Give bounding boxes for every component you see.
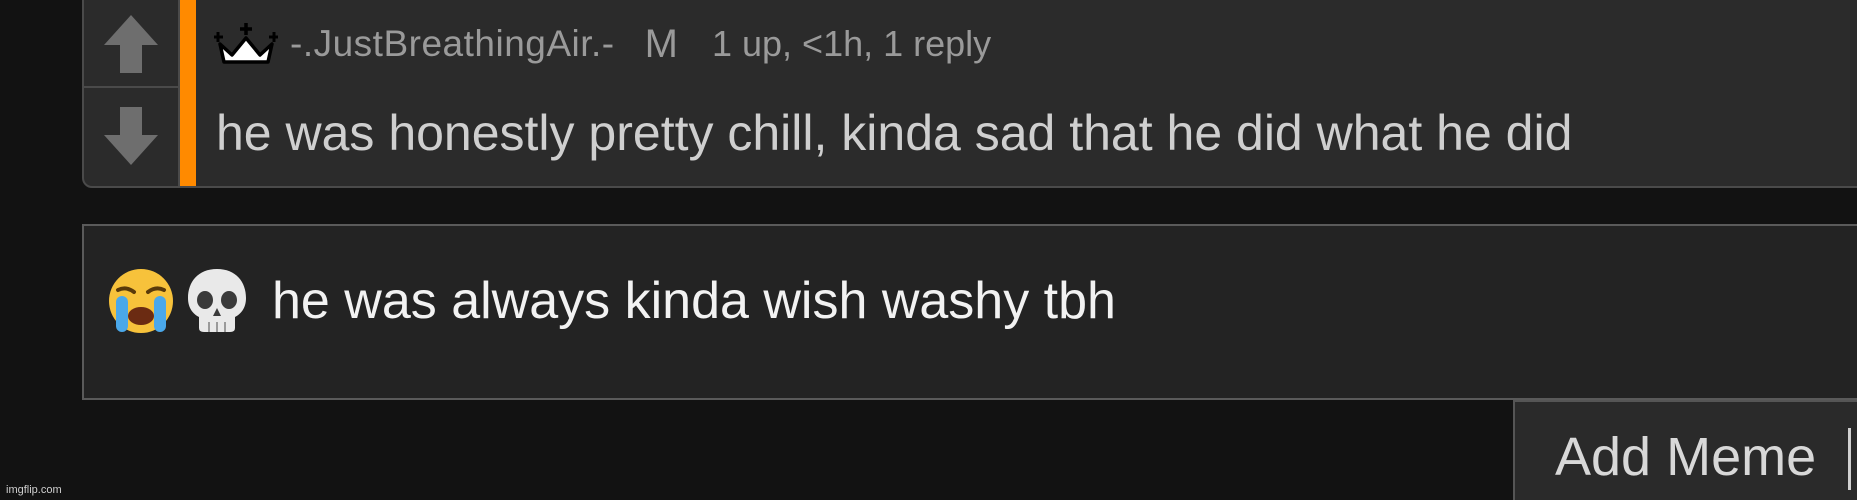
comment-card: -.JustBreathingAir.- M 1 up, <1h, 1 repl… [82,0,1857,188]
add-meme-label: Add Meme [1555,427,1817,487]
comment-text: he was honestly pretty chill, kinda sad … [216,105,1573,161]
vote-column [84,0,180,186]
button-divider [1848,428,1851,490]
arrow-up-icon [104,15,158,73]
downvote-button[interactable] [84,88,178,184]
crown-icon [214,23,278,64]
role-badge: M [644,21,678,66]
reply-text: he was always kinda wish washy tbh [272,272,1116,330]
upvote-button[interactable] [84,2,178,88]
arrow-down-icon [104,107,158,165]
comment-meta: 1 up, <1h, 1 reply [711,23,992,64]
add-meme-button[interactable]: Add Meme [1513,400,1857,500]
reply-input[interactable]: he was always kinda wish washy tbh [82,224,1857,400]
page: -.JustBreathingAir.- M 1 up, <1h, 1 repl… [0,0,1857,500]
skull-icon [188,269,246,332]
comment-header: -.JustBreathingAir.- M 1 up, <1h, 1 repl… [214,22,991,66]
watermark: imgflip.com [6,484,62,496]
reply-content: he was always kinda wish washy tbh [106,266,1116,336]
comment-username[interactable]: -.JustBreathingAir.- [290,23,615,65]
loudly-crying-face-icon [109,269,173,333]
highlight-bar [180,0,196,186]
